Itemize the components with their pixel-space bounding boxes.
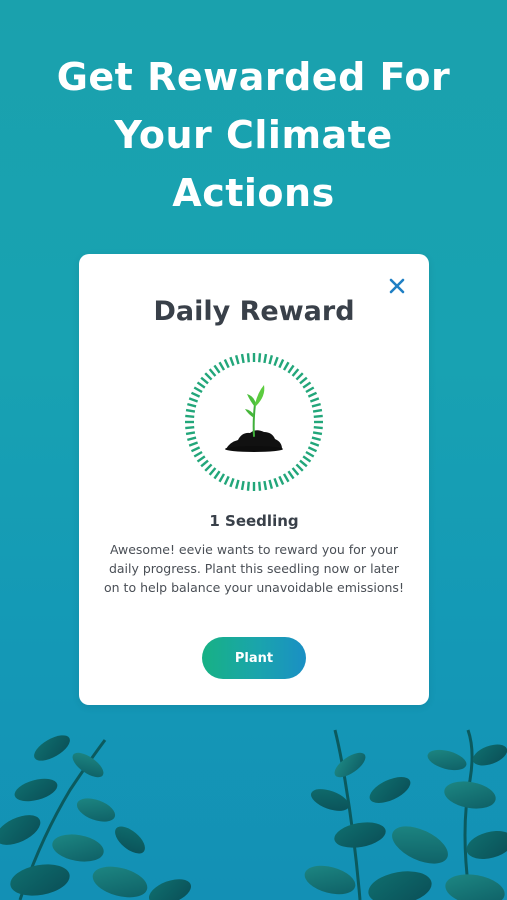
- progress-tick: [273, 477, 279, 488]
- progress-tick: [190, 446, 201, 453]
- progress-tick: [311, 402, 321, 408]
- progress-tick: [185, 414, 195, 418]
- progress-tick: [273, 356, 279, 367]
- progress-tick: [246, 481, 250, 491]
- progress-tick: [309, 397, 320, 403]
- progress-tick: [200, 459, 209, 468]
- progress-tick: [200, 376, 209, 385]
- progress-tick: [305, 450, 315, 458]
- progress-tick: [208, 368, 217, 377]
- progress-tick: [196, 381, 206, 389]
- progress-tick: [188, 397, 199, 403]
- progress-tick: [258, 353, 262, 363]
- progress-tick: [229, 477, 235, 488]
- seedling-icon: [225, 385, 283, 452]
- progress-tick: [268, 355, 274, 365]
- progress-tick: [234, 355, 240, 365]
- progress-tick: [223, 475, 230, 486]
- plant-button[interactable]: Plant: [202, 637, 306, 679]
- progress-tick: [312, 431, 323, 436]
- progress-tick: [282, 361, 290, 371]
- progress-tick: [311, 436, 321, 442]
- progress-tick: [291, 368, 300, 377]
- left-branch: [0, 735, 192, 900]
- progress-tick: [299, 459, 308, 468]
- progress-tick: [287, 364, 295, 374]
- progress-tick: [258, 481, 262, 491]
- progress-tick: [193, 450, 203, 458]
- progress-tick: [305, 386, 315, 394]
- reward-description: Awesome! eevie wants to reward you for y…: [104, 542, 404, 595]
- progress-tick: [223, 358, 230, 369]
- progress-tick: [309, 441, 320, 447]
- progress-tick: [295, 372, 304, 381]
- progress-tick: [188, 441, 199, 447]
- progress-tick: [218, 361, 226, 371]
- eucalyptus-foliage-decoration: [0, 729, 507, 900]
- progress-tick: [213, 364, 221, 374]
- daily-reward-modal: Daily Reward 1 Seedling Awesome! eevie w…: [79, 254, 429, 705]
- progress-tick: [185, 408, 196, 413]
- progress-tick: [291, 467, 300, 476]
- progress-tick: [263, 353, 268, 364]
- progress-tick: [302, 381, 312, 389]
- progress-tick: [213, 470, 221, 480]
- headline-line-2: Your Climate: [114, 113, 393, 157]
- progress-tick: [268, 479, 274, 489]
- progress-tick: [295, 463, 304, 472]
- progress-tick: [196, 455, 206, 463]
- progress-tick: [229, 356, 235, 367]
- progress-tick: [307, 391, 318, 398]
- progress-tick: [204, 463, 213, 472]
- progress-tick: [185, 426, 195, 430]
- progress-tick: [234, 479, 240, 489]
- progress-tick: [218, 473, 226, 483]
- reward-name: 1 Seedling: [209, 512, 299, 530]
- progress-tick: [313, 414, 323, 418]
- progress-tick: [278, 358, 285, 369]
- progress-tick: [307, 446, 318, 453]
- progress-tick: [313, 426, 323, 430]
- progress-tick: [312, 408, 323, 413]
- close-icon[interactable]: [385, 274, 409, 298]
- modal-title: Daily Reward: [153, 296, 355, 327]
- close-button[interactable]: [385, 274, 409, 298]
- progress-tick: [185, 431, 196, 436]
- progress-tick: [299, 376, 308, 385]
- progress-tick: [302, 455, 312, 463]
- headline-line-1: Get Rewarded For: [56, 55, 451, 99]
- progress-tick: [190, 391, 201, 398]
- headline: Get Rewarded For Your Climate Actions: [0, 48, 507, 222]
- right-branch: [304, 729, 507, 900]
- progress-tick: [278, 475, 285, 486]
- reward-progress-ring: [184, 352, 324, 492]
- progress-tick: [204, 372, 213, 381]
- progress-tick: [193, 386, 203, 394]
- progress-tick: [246, 353, 250, 363]
- progress-tick: [240, 480, 245, 491]
- progress-tick: [287, 470, 295, 480]
- progress-tick: [187, 436, 197, 442]
- progress-tick: [263, 480, 268, 491]
- headline-line-3: Actions: [172, 171, 335, 215]
- progress-tick: [187, 402, 197, 408]
- progress-tick: [240, 353, 245, 364]
- progress-tick: [282, 473, 290, 483]
- progress-tick: [208, 467, 217, 476]
